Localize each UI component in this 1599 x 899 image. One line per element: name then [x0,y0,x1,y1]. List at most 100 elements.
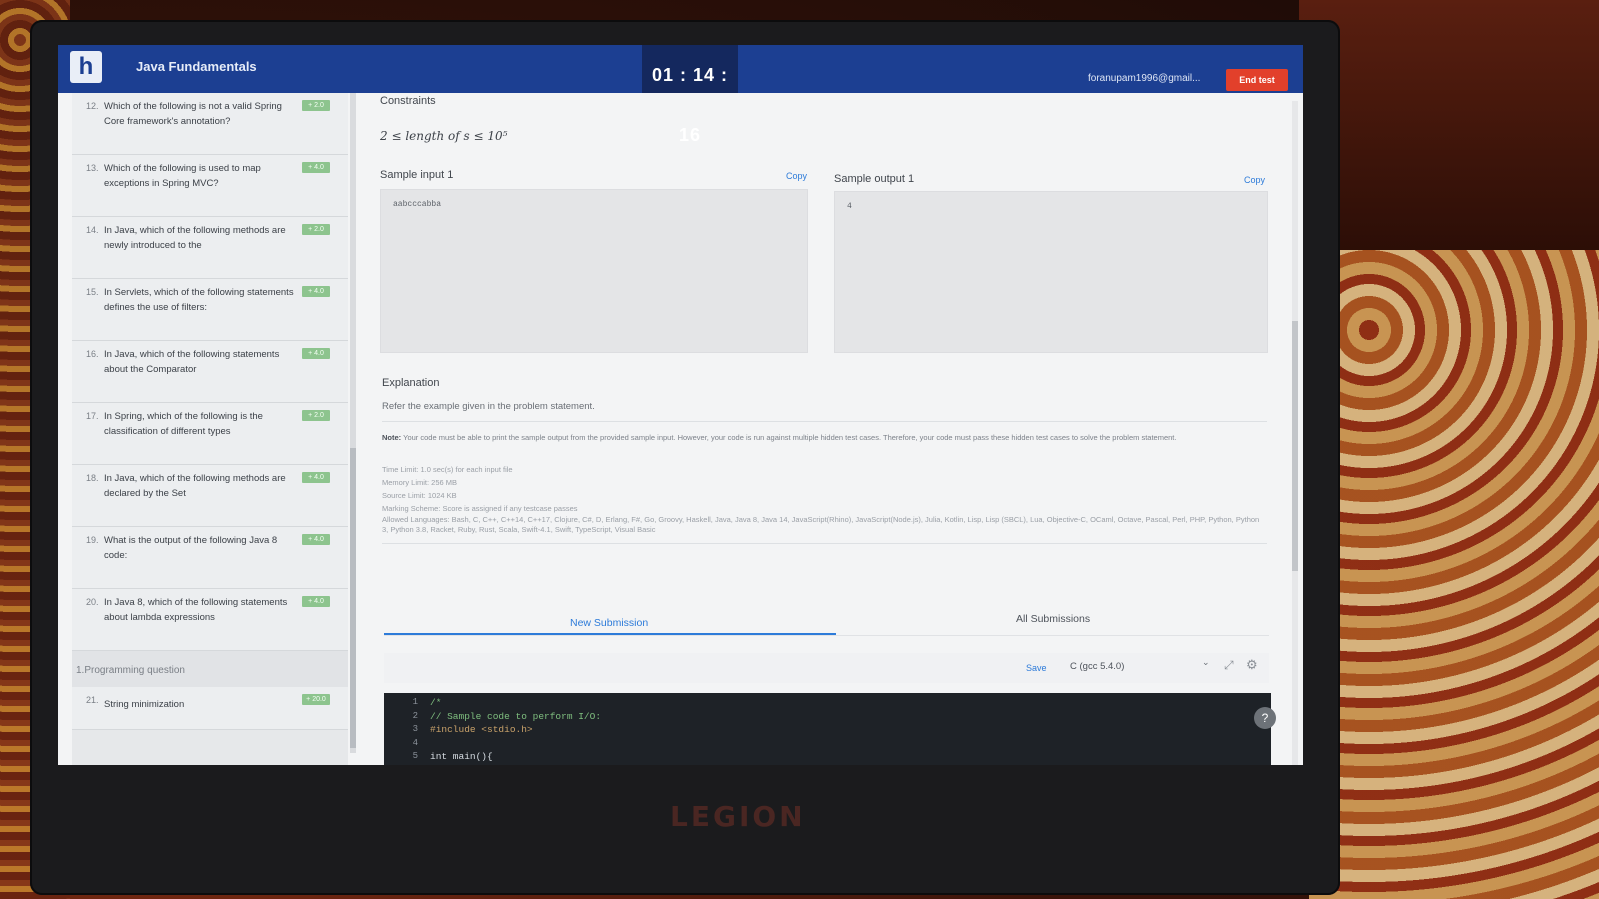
sample-output-value: 4 [847,202,852,211]
marking-scheme: Marking Scheme: Score is assigned if any… [382,504,578,513]
question-number: 14. [86,225,99,235]
sample-input-value: aabcccabba [393,200,442,209]
question-number: 21. [86,695,99,705]
code-line[interactable]: 4 [384,738,1271,752]
section-heading: 1.Programming question [72,651,348,687]
help-icon[interactable]: ? [1254,707,1276,729]
question-item[interactable]: 13. Which of the following is used to map… [72,155,348,217]
question-item[interactable]: 16. In Java, which of the following state… [72,341,348,403]
question-number: 19. [86,535,99,545]
question-number: 18. [86,473,99,483]
tabs-baseline [384,635,1269,636]
question-score-badge: + 4.0 [302,472,330,483]
question-number: 17. [86,411,99,421]
question-item[interactable]: 19. What is the output of the following J… [72,527,348,589]
question-item[interactable]: 20. In Java 8, which of the following sta… [72,589,348,651]
question-score-badge: + 4.0 [302,596,330,607]
question-item-programming[interactable]: 21. String minimization + 20.0 [72,687,348,730]
divider [382,543,1267,544]
code-text: // Sample code to perform I/O: [430,710,602,722]
sidebar-scrollbar[interactable] [350,93,356,753]
end-test-button[interactable]: End test [1226,69,1288,91]
question-score-badge: + 4.0 [302,534,330,545]
question-text: In Java, which of the following methods … [104,225,286,251]
constraints-heading: Constraints [380,95,436,107]
line-number: 5 [412,751,418,761]
line-number: 1 [412,697,418,707]
code-line[interactable]: 6 int num; [384,765,1271,766]
code-text: int main(){ [430,751,493,762]
active-tab-indicator [384,633,836,635]
main-scrollbar-thumb[interactable] [1292,321,1298,571]
line-number: 6 [398,765,418,766]
explanation-text: Refer the example given in the problem s… [382,401,595,412]
question-list: 12. Which of the following is not a valid… [72,93,348,651]
sample-input-box: aabcccabba [380,189,808,353]
laptop-brand-logo: LEGION [670,800,806,833]
hackerearth-logo[interactable]: h [70,51,102,83]
memory-limit: Memory Limit: 256 MB [382,478,458,487]
question-score-badge: + 2.0 [302,410,330,421]
time-limit: Time Limit: 1.0 sec(s) for each input fi… [382,465,513,474]
question-number: 15. [86,287,99,297]
screen: h Java Fundamentals 01 : 14 : 16 foranup… [58,45,1303,765]
question-text: In Java 8, which of the following statem… [104,597,288,623]
code-text: int num; [430,765,499,766]
code-text: #include <stdio.h> [430,724,533,735]
code-line[interactable]: 2 // Sample code to perform I/O: [384,711,1271,725]
copy-output-link[interactable]: Copy [1244,175,1265,185]
note-label: Note: [382,433,402,442]
code-line[interactable]: 3 #include <stdio.h> [384,724,1271,738]
tab-new-submission[interactable]: New Submission [570,617,648,639]
code-editor[interactable]: 1 /* 2 // Sample code to perform I/O: 3 #incl… [384,693,1271,765]
save-button[interactable]: Save [1026,663,1047,673]
question-text: What is the output of the following Java… [104,535,278,561]
user-email[interactable]: foranupam1996@gmail... [1088,73,1200,84]
question-text: In Servlets, which of the following stat… [104,287,294,313]
question-score-badge: + 4.0 [302,348,330,359]
main-scrollbar[interactable] [1292,101,1298,765]
chevron-down-icon[interactable]: ⌄ [1202,657,1210,668]
question-item[interactable]: 12. Which of the following is not a valid… [72,93,348,155]
question-number: 16. [86,349,99,359]
tab-all-submissions[interactable]: All Submissions [1016,613,1090,635]
sidebar-scrollbar-thumb[interactable] [350,448,356,748]
question-item[interactable]: 18. In Java, which of the following metho… [72,465,348,527]
code-line[interactable]: 1 /* [384,697,1271,711]
editor-toolbar: Save C (gcc 5.4.0) ⌄ ⤢ ⚙ [384,653,1269,683]
background-fabric-right [1309,250,1599,899]
line-number: 3 [412,724,418,734]
code-line[interactable]: 5 int main(){ [384,751,1271,765]
question-score-badge: + 4.0 [302,162,330,173]
question-number: 12. [86,101,99,111]
note-text: Your code must be able to print the samp… [403,433,1177,442]
line-number: 4 [412,737,418,748]
question-text: Which of the following is used to map ex… [104,163,261,189]
line-number: 2 [412,710,418,721]
sample-input-heading: Sample input 1 [380,169,454,181]
constraint-formula: 2 ≤ length of s ≤ 10⁵ [380,129,508,143]
sample-output-heading: Sample output 1 [834,173,915,185]
top-bar: h Java Fundamentals 01 : 14 : 16 foranup… [58,45,1303,145]
question-number: 13. [86,163,99,173]
question-sidebar: 12. Which of the following is not a valid… [72,93,348,765]
course-title: Java Fundamentals [136,59,257,74]
copy-input-link[interactable]: Copy [786,171,807,181]
question-text: In Java, which of the following statemen… [104,349,280,375]
question-score-badge: + 2.0 [302,100,330,111]
question-item[interactable]: 14. In Java, which of the following metho… [72,217,348,279]
question-text: Which of the following is not a valid Sp… [104,101,282,127]
question-item[interactable]: 15. In Servlets, which of the following s… [72,279,348,341]
problem-panel: Constraints 2 ≤ length of s ≤ 10⁵ Sample… [368,93,1288,765]
expand-icon[interactable]: ⤢ [1224,658,1234,673]
question-text: In Java, which of the following methods … [104,473,286,499]
note-block: Note: Your code must be able to print th… [382,433,1267,443]
question-score-badge: + 20.0 [302,694,330,705]
language-select[interactable]: C (gcc 5.4.0) [1064,657,1220,677]
countdown-timer: 01 : 14 : 16 [642,45,738,145]
gear-icon[interactable]: ⚙ [1246,657,1258,673]
question-item[interactable]: 17. In Spring, which of the following is … [72,403,348,465]
divider [382,421,1267,422]
background-wall [1299,0,1599,260]
code-text: /* [430,697,442,708]
